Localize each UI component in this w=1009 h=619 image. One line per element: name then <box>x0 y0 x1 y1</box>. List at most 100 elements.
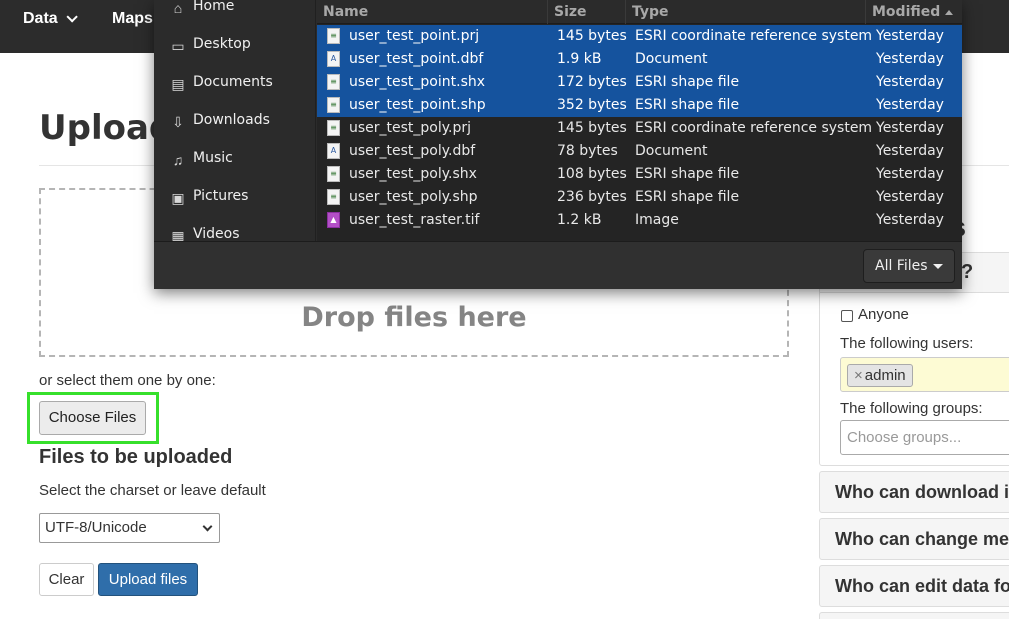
sidebar-item-label: Home <box>193 0 235 14</box>
file-type: ESRI shape file <box>635 97 740 113</box>
file-type: Document <box>635 51 708 67</box>
videos-icon: ▦ <box>171 228 185 241</box>
file-row[interactable]: ≡ user_test_point.shp 352 bytes ESRI sha… <box>317 94 962 117</box>
file-modified: Yesterday <box>876 74 944 90</box>
file-row[interactable]: ≡ user_test_poly.prj 145 bytes ESRI coor… <box>317 117 962 140</box>
anyone-label: Anyone <box>858 306 909 323</box>
anyone-checkbox[interactable] <box>841 310 853 322</box>
text-file-icon: ≡ <box>327 120 340 136</box>
file-name: user_test_poly.shx <box>349 166 477 182</box>
nav-maps-menu[interactable]: Maps <box>112 0 153 38</box>
accordion-label: Who can edit data for <box>835 576 1009 596</box>
sort-ascending-icon <box>945 9 954 15</box>
file-row[interactable]: ▲ user_test_raster.tif 1.2 kB Image Yest… <box>317 209 962 232</box>
charset-select[interactable]: UTF-8/Unicode <box>39 513 220 543</box>
remove-tag-icon[interactable]: × <box>854 367 863 384</box>
file-size: 78 bytes <box>557 143 618 159</box>
file-row[interactable]: ≡ user_test_point.shx 172 bytes ESRI sha… <box>317 71 962 94</box>
text-file-icon: ≡ <box>327 28 340 44</box>
home-icon: ⌂ <box>173 0 183 16</box>
sidebar-item-home[interactable]: ⌂ Home <box>154 0 315 32</box>
sidebar-item-desktop[interactable]: ▭ Desktop <box>154 32 315 70</box>
text-file-icon: ≡ <box>327 74 340 90</box>
file-type: ESRI shape file <box>635 189 740 205</box>
document-file-icon: A <box>327 143 340 159</box>
user-tag-admin: × admin <box>847 364 913 387</box>
sidebar-item-videos[interactable]: ▦ Videos <box>154 222 315 241</box>
file-name: user_test_raster.tif <box>349 212 480 228</box>
file-modified: Yesterday <box>876 212 944 228</box>
file-type: ESRI shape file <box>635 166 740 182</box>
file-type: Document <box>635 143 708 159</box>
sidebar-item-documents[interactable]: ▤ Documents <box>154 70 315 108</box>
file-type-filter[interactable]: All Files <box>863 249 955 283</box>
column-modified[interactable]: Modified <box>866 0 962 24</box>
file-name: user_test_point.shx <box>349 74 486 90</box>
file-row[interactable]: ≡ user_test_poly.shp 236 bytes ESRI shap… <box>317 186 962 209</box>
groups-input[interactable]: Choose groups... <box>840 420 1009 455</box>
column-name[interactable]: Name <box>317 0 548 24</box>
groups-label: The following groups: <box>840 400 983 417</box>
column-type[interactable]: Type <box>626 0 866 24</box>
sidebar-item-label: Videos <box>193 226 240 241</box>
file-size: 172 bytes <box>557 74 627 90</box>
user-tag-label: admin <box>864 367 906 384</box>
file-size: 1.9 kB <box>557 51 602 67</box>
file-filter-label: All Files <box>875 258 928 274</box>
sidebar-item-pictures[interactable]: ▣ Pictures <box>154 184 315 222</box>
documents-icon: ▤ <box>171 76 185 92</box>
change-metadata-accordion[interactable]: Who can change meta <box>819 518 1009 560</box>
edit-data-accordion[interactable]: Who can edit data for <box>819 565 1009 607</box>
file-row[interactable]: A user_test_point.dbf 1.9 kB Document Ye… <box>317 48 962 71</box>
file-type: ESRI coordinate reference system <box>635 120 873 136</box>
music-icon: ♫ <box>172 152 184 168</box>
sidebar-item-music[interactable]: ♫ Music <box>154 146 315 184</box>
sidebar-item-label: Desktop <box>193 36 251 52</box>
text-file-icon: ≡ <box>327 166 340 182</box>
users-input[interactable]: × admin <box>840 357 1009 392</box>
upload-files-button[interactable]: Upload files <box>98 563 198 596</box>
file-row[interactable]: ≡ user_test_point.prj 145 bytes ESRI coo… <box>317 25 962 48</box>
chevron-down-icon <box>202 521 213 532</box>
file-row[interactable]: A user_test_poly.dbf 78 bytes Document Y… <box>317 140 962 163</box>
caret-down-icon <box>933 264 943 269</box>
choose-files-button[interactable]: Choose Files <box>39 401 146 435</box>
file-name: user_test_point.shp <box>349 97 486 113</box>
file-name: user_test_poly.dbf <box>349 143 476 159</box>
file-modified: Yesterday <box>876 166 944 182</box>
dropzone-text: Drop files here <box>301 302 527 333</box>
select-files-hint: or select them one by one: <box>39 372 216 389</box>
column-size[interactable]: Size <box>548 0 626 24</box>
file-chooser-dialog: ⌂ Home ▭ Desktop ▤ Documents ⇩ Downloads… <box>154 0 962 289</box>
file-type: ESRI coordinate reference system <box>635 28 873 44</box>
dialog-footer: All Files <box>154 241 962 289</box>
file-modified: Yesterday <box>876 97 944 113</box>
file-row[interactable]: ≡ user_test_poly.shx 108 bytes ESRI shap… <box>317 163 962 186</box>
nav-data-menu[interactable]: Data <box>23 0 78 38</box>
sidebar-item-label: Documents <box>193 74 273 90</box>
sidebar-item-downloads[interactable]: ⇩ Downloads <box>154 108 315 146</box>
nav-data-label: Data <box>23 10 58 27</box>
chevron-down-icon <box>66 11 78 23</box>
file-modified: Yesterday <box>876 28 944 44</box>
clear-button[interactable]: Clear <box>39 563 94 596</box>
column-modified-label: Modified <box>872 4 941 20</box>
download-permissions-accordion[interactable]: Who can download it? <box>819 471 1009 513</box>
desktop-icon: ▭ <box>171 38 185 54</box>
accordion-label: Who can change meta <box>835 529 1009 549</box>
charset-label: Select the charset or leave default <box>39 482 266 499</box>
sidebar-item-label: Music <box>193 150 233 166</box>
file-size: 108 bytes <box>557 166 627 182</box>
pictures-icon: ▣ <box>171 190 185 206</box>
sidebar-item-label: Pictures <box>193 188 249 204</box>
document-file-icon: A <box>327 51 340 67</box>
files-to-upload-heading: Files to be uploaded <box>39 446 233 468</box>
image-file-icon: ▲ <box>327 212 340 228</box>
file-name: user_test_point.dbf <box>349 51 484 67</box>
sidebar-item-label: Downloads <box>193 112 270 128</box>
next-accordion[interactable] <box>819 612 1009 619</box>
file-modified: Yesterday <box>876 189 944 205</box>
file-type: Image <box>635 212 679 228</box>
text-file-icon: ≡ <box>327 189 340 205</box>
downloads-icon: ⇩ <box>172 114 184 130</box>
